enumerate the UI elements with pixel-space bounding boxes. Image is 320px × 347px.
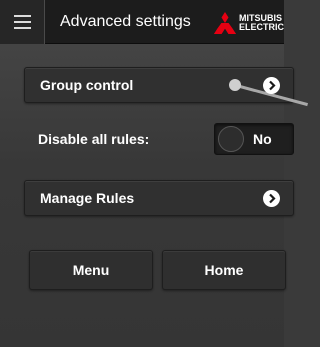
logo-line-2: ELECTRIC (239, 22, 284, 32)
disable-rules-label: Disable all rules: (38, 131, 150, 147)
home-nav-button[interactable]: Home (162, 250, 286, 290)
mitsubishi-logo: MITSUBIS ELECTRIC (213, 12, 293, 38)
group-control-label: Group control (40, 77, 134, 93)
page-title: Advanced settings (60, 13, 191, 30)
chevron-right-icon (263, 190, 280, 207)
menu-nav-button[interactable]: Menu (29, 250, 153, 290)
app-header: Advanced settings MITSUBIS ELECTRIC (0, 0, 284, 44)
manage-rules-button[interactable]: Manage Rules (24, 180, 294, 216)
three-diamonds-icon (214, 12, 236, 34)
connector-knob (229, 79, 241, 91)
toggle-value: No (253, 131, 272, 147)
toggle-knob (218, 126, 244, 152)
menu-button[interactable] (0, 0, 45, 44)
hamburger-icon (14, 15, 31, 17)
disable-rules-toggle[interactable]: No (214, 123, 294, 155)
manage-rules-label: Manage Rules (40, 190, 135, 206)
chevron-right-icon (263, 77, 280, 94)
group-control-button[interactable]: Group control (24, 67, 309, 107)
